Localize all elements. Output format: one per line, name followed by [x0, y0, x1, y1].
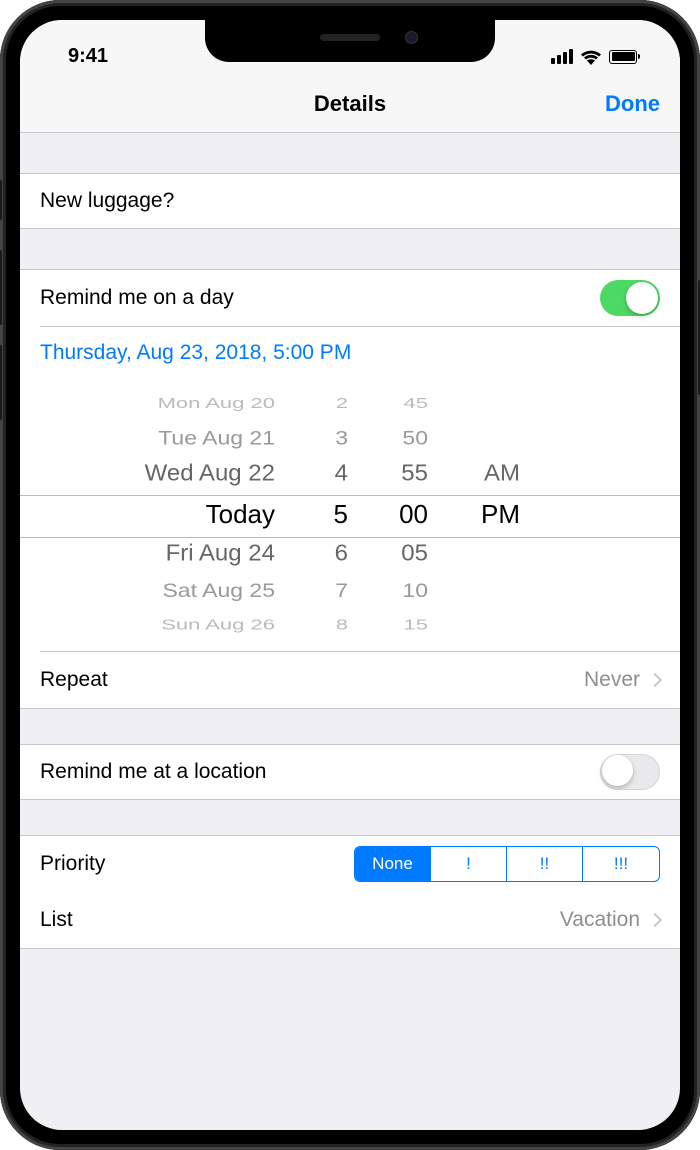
- priority-label: Priority: [40, 852, 105, 876]
- screen: 9:41 Details Done New luggage?: [20, 20, 680, 1130]
- chevron-right-icon: [648, 672, 662, 686]
- done-button[interactable]: Done: [605, 91, 660, 117]
- repeat-label: Repeat: [40, 668, 108, 692]
- status-time: 9:41: [50, 45, 108, 68]
- remind-day-toggle[interactable]: [600, 280, 660, 316]
- picker-hour-selected: 5: [334, 493, 360, 535]
- notch: [205, 20, 495, 62]
- cellular-signal-icon: [551, 49, 573, 64]
- volume-up-button: [0, 250, 2, 325]
- date-time-picker[interactable]: Mon Aug 20 Tue Aug 21 Wed Aug 22 Today F…: [20, 379, 680, 651]
- chevron-right-icon: [648, 913, 662, 927]
- picker-hour-column[interactable]: 2 3 4 5 6 7 8: [290, 379, 360, 651]
- picker-date-selected: Today: [206, 493, 290, 535]
- content-area[interactable]: New luggage? Remind me on a day Thursday…: [20, 133, 680, 949]
- picker-ampm-column[interactable]: AM PM: [440, 379, 530, 651]
- repeat-row[interactable]: Repeat Never: [20, 652, 680, 708]
- list-value: Vacation: [560, 908, 640, 932]
- priority-option-high[interactable]: !!!: [583, 847, 659, 881]
- alarm-date-row[interactable]: Thursday, Aug 23, 2018, 5:00 PM: [20, 327, 680, 379]
- remind-location-row: Remind me at a location: [20, 744, 680, 800]
- phone-frame: 9:41 Details Done New luggage?: [0, 0, 700, 1150]
- list-row[interactable]: List Vacation: [20, 892, 680, 948]
- remind-location-toggle[interactable]: [600, 754, 660, 790]
- reminder-title-row[interactable]: New luggage?: [20, 173, 680, 229]
- priority-segmented-control[interactable]: None ! !! !!!: [354, 846, 660, 882]
- priority-option-none[interactable]: None: [355, 847, 431, 881]
- priority-option-low[interactable]: !: [431, 847, 507, 881]
- battery-icon: [609, 50, 640, 64]
- page-title: Details: [314, 91, 386, 117]
- remind-location-label: Remind me at a location: [40, 760, 266, 784]
- repeat-value: Never: [584, 668, 640, 692]
- alarm-date-value: Thursday, Aug 23, 2018, 5:00 PM: [40, 341, 351, 364]
- list-label: List: [40, 908, 73, 932]
- picker-minute-column[interactable]: 45 50 55 00 05 10 15: [360, 379, 440, 651]
- volume-down-button: [0, 345, 2, 420]
- reminder-title: New luggage?: [40, 189, 174, 213]
- nav-bar: Details Done: [20, 75, 680, 133]
- priority-option-med[interactable]: !!: [507, 847, 583, 881]
- picker-date-column[interactable]: Mon Aug 20 Tue Aug 21 Wed Aug 22 Today F…: [60, 379, 290, 651]
- silence-switch: [0, 180, 2, 220]
- priority-row: Priority None ! !! !!!: [20, 836, 680, 892]
- picker-minute-selected: 00: [399, 493, 440, 535]
- remind-day-group: Remind me on a day Thursday, Aug 23, 201…: [20, 269, 680, 709]
- remind-day-label: Remind me on a day: [40, 286, 234, 310]
- picker-ampm-selected: PM: [481, 493, 530, 535]
- wifi-icon: [580, 49, 602, 65]
